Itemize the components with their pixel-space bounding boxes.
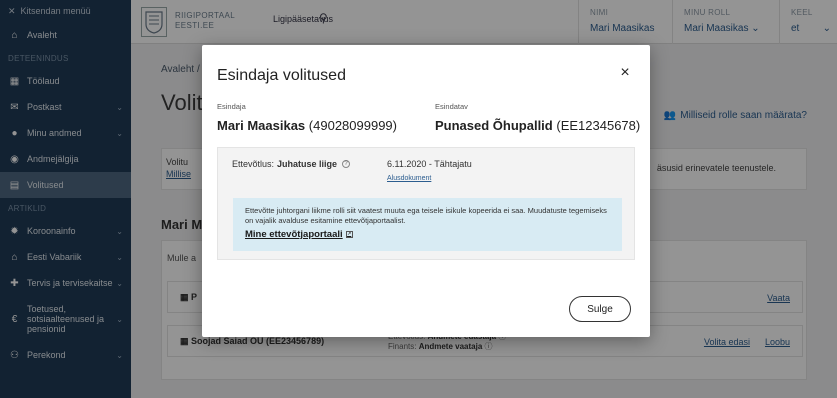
validity-period: 6.11.2020 - Tähtajatu — [387, 159, 472, 169]
represented-value: Punased Õhupallid (EE12345678) — [435, 118, 641, 133]
notice-text: Ettevõtte juhtorgani liikme rolli siit v… — [245, 206, 607, 225]
mandate-details: Ettevõtlus: Juhatuse liige ? 6.11.2020 -… — [217, 147, 635, 260]
dialog-title: Esindaja volitused — [217, 67, 346, 84]
representative-label: Esindaja — [217, 102, 246, 111]
mandate-dialog: Esindaja volitused × Esindaja Mari Maasi… — [202, 45, 650, 337]
external-link-icon: ↗ — [345, 231, 353, 238]
info-notice: Ettevõtte juhtorgani liikme rolli siit v… — [233, 198, 622, 251]
close-button[interactable]: Sulge — [569, 296, 631, 322]
close-icon[interactable]: × — [617, 65, 633, 81]
role-field: Ettevõtlus: Juhatuse liige ? — [232, 159, 351, 169]
business-portal-link[interactable]: Mine ettevõtjaportaali ↗ — [245, 229, 353, 240]
help-icon[interactable]: ? — [342, 160, 351, 168]
represented-label: Esindatav — [435, 102, 468, 111]
base-document-link[interactable]: Alusdokument — [387, 175, 431, 182]
representative-value: Mari Maasikas (49028099999) — [217, 118, 397, 133]
